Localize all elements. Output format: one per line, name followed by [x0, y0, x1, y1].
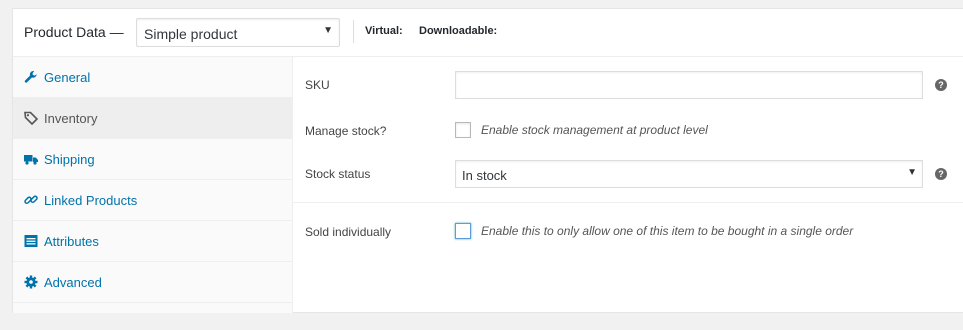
downloadable-label[interactable]: Downloadable: — [419, 25, 497, 37]
tab-shipping[interactable]: Shipping — [13, 139, 292, 180]
dropdown-arrow-icon: ▼ — [323, 25, 333, 36]
tab-label-shipping: Shipping — [44, 152, 95, 167]
stock-status-select[interactable]: In stock ▼ — [455, 160, 923, 188]
tab-label-attributes: Attributes — [44, 234, 99, 249]
header-separator — [353, 20, 354, 43]
section-divider — [293, 202, 963, 203]
sold-individually-checkbox[interactable] — [455, 223, 471, 239]
sku-input[interactable] — [455, 71, 923, 99]
gear-icon — [24, 275, 38, 289]
manage-stock-description: Enable stock management at product level — [481, 123, 708, 137]
product-data-header: Product Data — Simple product ▼ Virtual:… — [13, 9, 963, 57]
truck-icon — [24, 155, 38, 165]
tab-attributes[interactable]: Attributes — [13, 221, 292, 262]
manage-stock-checkbox[interactable] — [455, 122, 471, 138]
tab-label-advanced: Advanced — [44, 275, 102, 290]
help-icon[interactable]: ? — [935, 79, 947, 91]
list-icon — [24, 235, 38, 247]
tab-general[interactable]: General — [13, 57, 292, 98]
sold-individually-description: Enable this to only allow one of this it… — [481, 224, 854, 238]
panel-title: Product Data — — [24, 24, 124, 40]
manage-stock-label: Manage stock? — [305, 124, 387, 138]
tab-linked-products[interactable]: Linked Products — [13, 180, 292, 221]
product-type-value: Simple product — [144, 26, 238, 42]
help-icon[interactable]: ? — [935, 168, 947, 180]
stock-status-label: Stock status — [305, 167, 371, 181]
dropdown-arrow-icon: ▼ — [907, 167, 917, 178]
tag-icon — [24, 111, 38, 125]
sku-label: SKU — [305, 78, 330, 92]
tab-inventory[interactable]: Inventory — [13, 98, 292, 139]
sold-individually-label: Sold individually — [305, 225, 392, 239]
wrench-icon — [24, 71, 37, 83]
tab-label-general: General — [44, 70, 91, 85]
product-type-select[interactable]: Simple product ▼ — [136, 18, 340, 47]
stock-status-value: In stock — [462, 168, 507, 183]
product-data-panel: Product Data — Simple product ▼ Virtual:… — [12, 8, 963, 313]
product-data-tabs: General Inventory Shipping Linked Produc… — [13, 57, 293, 313]
tab-label-linked-products: Linked Products — [44, 193, 138, 208]
virtual-label[interactable]: Virtual: — [365, 25, 403, 37]
link-icon — [24, 195, 38, 205]
tab-advanced[interactable]: Advanced — [13, 262, 292, 303]
tab-label-inventory: Inventory — [44, 111, 98, 126]
